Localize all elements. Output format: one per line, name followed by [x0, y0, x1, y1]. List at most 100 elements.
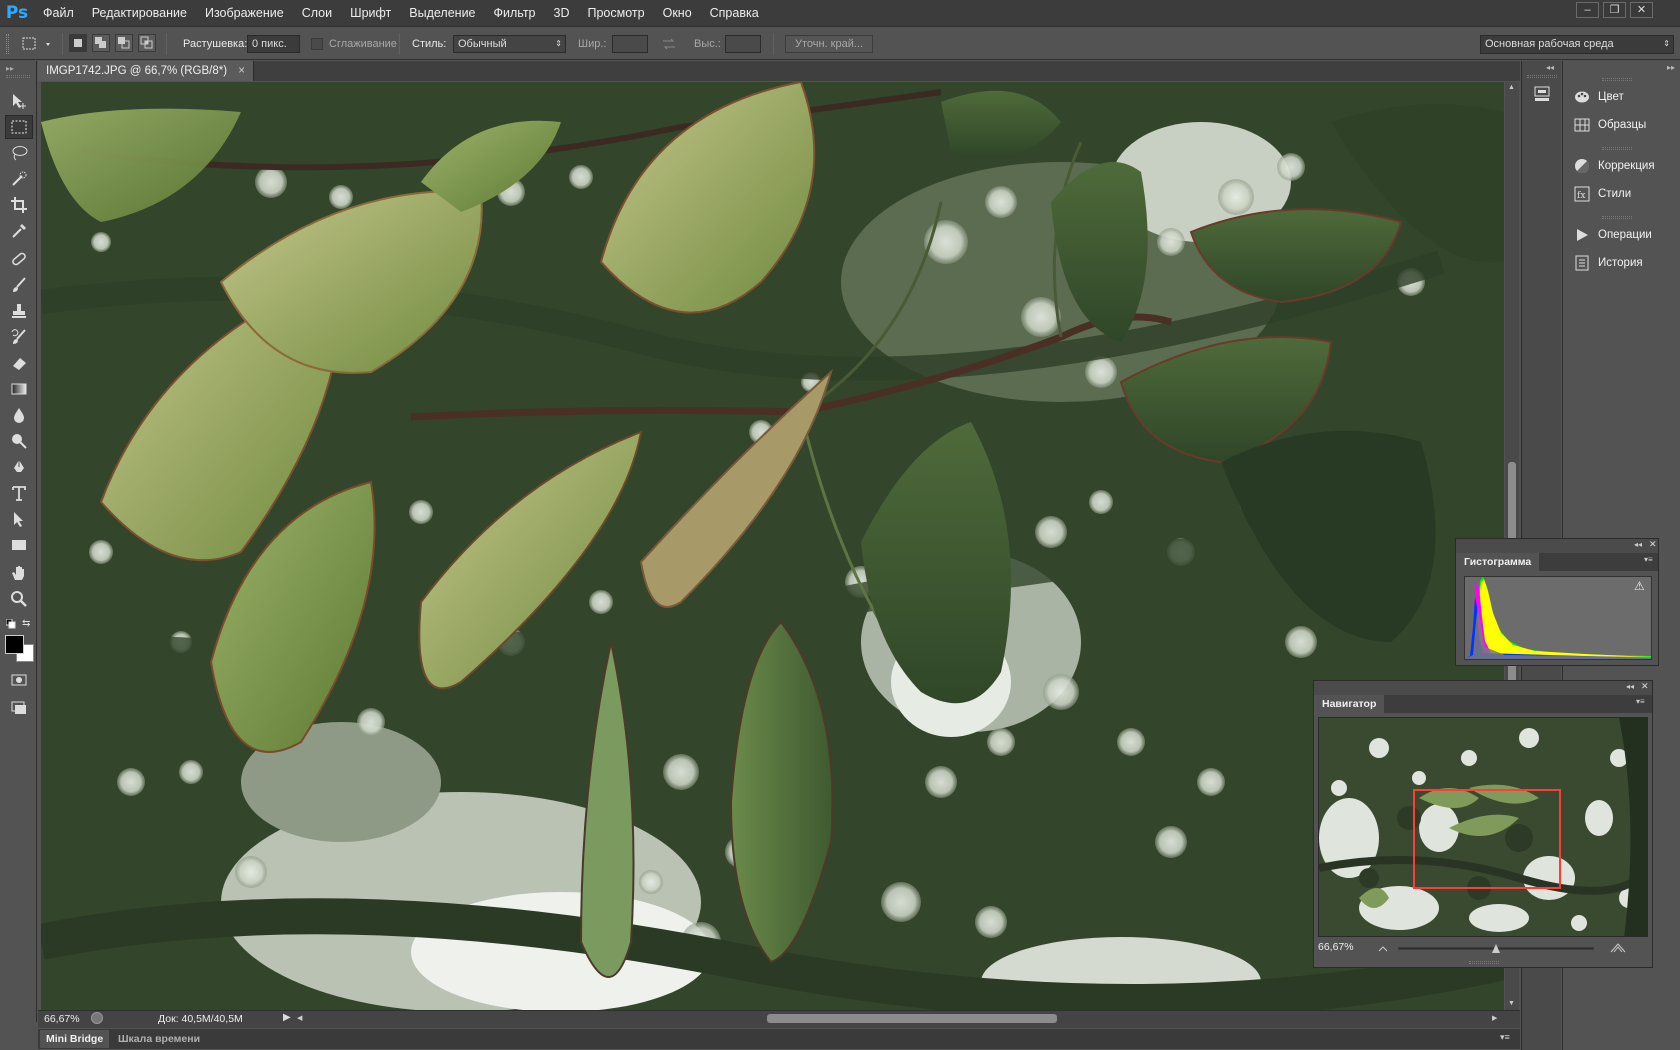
horizontal-scrollbar[interactable]: ◀ ▶: [295, 1012, 1504, 1026]
rectangle-tool-icon[interactable]: [5, 533, 33, 557]
panel-menu-icon[interactable]: ▾≡: [1636, 697, 1645, 706]
menu-3d[interactable]: 3D: [545, 0, 579, 26]
menu-type[interactable]: Шрифт: [341, 0, 400, 26]
navigator-zoom-value[interactable]: 66,67%: [1318, 941, 1354, 953]
menu-help[interactable]: Справка: [701, 0, 768, 26]
layer-comps-icon[interactable]: [1533, 85, 1551, 103]
path-select-tool-icon[interactable]: [5, 507, 33, 531]
swap-dimensions-button[interactable]: [661, 37, 677, 51]
add-selection-button[interactable]: [92, 34, 110, 52]
height-input[interactable]: [725, 35, 761, 53]
dock-item-styles[interactable]: fx Стили: [1574, 183, 1631, 205]
healing-brush-tool-icon[interactable]: [5, 247, 33, 271]
scroll-left-icon[interactable]: ◀: [297, 1014, 302, 1022]
tab-close-icon[interactable]: ×: [238, 65, 245, 77]
dock-grip: [1527, 75, 1557, 78]
zoom-out-icon[interactable]: [1378, 943, 1388, 953]
workspace-select[interactable]: Основная рабочая среда ⇕: [1480, 35, 1674, 54]
collapse-dock-icon[interactable]: ◂◂: [1546, 63, 1554, 72]
dock-item-swatches[interactable]: Образцы: [1574, 114, 1646, 136]
default-colors-icon[interactable]: [5, 618, 16, 629]
subtract-selection-button[interactable]: [115, 34, 133, 52]
panel-menu-icon[interactable]: ▾≡: [1500, 1032, 1510, 1043]
horizontal-scroll-thumb[interactable]: [767, 1014, 1057, 1023]
menu-edit[interactable]: Редактирование: [83, 0, 196, 26]
status-info-icon[interactable]: [91, 1012, 103, 1024]
lasso-tool-icon[interactable]: [5, 141, 33, 165]
collapse-icon[interactable]: ▸▸: [6, 64, 14, 73]
blur-tool-icon[interactable]: [5, 403, 33, 427]
feather-input[interactable]: 0 пикс.: [247, 35, 300, 53]
brush-tool-icon[interactable]: [5, 273, 33, 297]
zoom-level[interactable]: 66,67%: [44, 1013, 80, 1025]
document-tab-title: IMGP1742.JPG @ 66,7% (RGB/8*): [46, 65, 228, 77]
menu-window[interactable]: Окно: [654, 0, 701, 26]
menu-layer[interactable]: Слои: [293, 0, 341, 26]
move-tool-icon[interactable]: [5, 89, 33, 113]
antialias-checkbox[interactable]: [311, 38, 323, 50]
close-window-button[interactable]: ✕: [1630, 2, 1653, 18]
expand-dock-icon[interactable]: ▸▸: [1667, 63, 1675, 72]
dock-item-adjustments[interactable]: Коррекция: [1574, 155, 1655, 177]
panel-resize-grip[interactable]: [1469, 961, 1499, 964]
quick-select-tool-icon[interactable]: [5, 167, 33, 191]
menu-filter[interactable]: Фильтр: [485, 0, 545, 26]
refine-edge-button[interactable]: Уточн. край...: [785, 35, 873, 53]
warning-icon[interactable]: ⚠: [1634, 579, 1645, 593]
scroll-right-icon[interactable]: ▶: [1492, 1014, 1497, 1022]
zoom-slider-handle[interactable]: [1492, 944, 1500, 953]
zoom-in-icon[interactable]: [1610, 941, 1626, 953]
intersect-selection-button[interactable]: [138, 34, 156, 52]
scroll-down-icon[interactable]: ▼: [1508, 1000, 1515, 1007]
collapse-panel-icon[interactable]: ◂◂: [1626, 682, 1634, 691]
menu-file[interactable]: Файл: [34, 0, 83, 26]
navigator-thumbnail[interactable]: [1318, 717, 1648, 937]
hand-tool-icon[interactable]: [5, 561, 33, 585]
dock-item-color[interactable]: Цвет: [1574, 86, 1624, 108]
zoom-tool-icon[interactable]: [5, 587, 33, 611]
type-tool-icon[interactable]: [5, 481, 33, 505]
menu-select[interactable]: Выделение: [400, 0, 484, 26]
menu-view[interactable]: Просмотр: [579, 0, 654, 26]
screen-mode-icon[interactable]: [5, 696, 33, 720]
tool-preset-picker[interactable]: [20, 35, 56, 53]
menu-image[interactable]: Изображение: [196, 0, 293, 26]
style-select[interactable]: Обычный ⇕: [453, 35, 566, 53]
new-selection-button[interactable]: [69, 34, 87, 52]
gradient-tool-icon[interactable]: [5, 377, 33, 401]
minimize-button[interactable]: –: [1576, 2, 1599, 18]
restore-button[interactable]: ❐: [1603, 2, 1626, 18]
tab-histogram[interactable]: Гистограмма: [1456, 553, 1540, 571]
swap-colors-icon[interactable]: ⇆: [22, 618, 30, 629]
tab-mini-bridge[interactable]: Mini Bridge: [40, 1030, 110, 1048]
svg-text:fx: fx: [1577, 191, 1585, 201]
tab-document[interactable]: IMGP1742.JPG @ 66,7% (RGB/8*) ×: [38, 61, 254, 81]
foreground-color-swatch[interactable]: [5, 635, 24, 654]
crop-tool-icon[interactable]: [5, 193, 33, 217]
history-brush-tool-icon[interactable]: [5, 325, 33, 349]
tab-navigator[interactable]: Навигатор: [1314, 695, 1385, 713]
new-selection-icon: [74, 39, 82, 47]
close-panel-icon[interactable]: ✕: [1641, 681, 1649, 692]
eraser-tool-icon[interactable]: [5, 351, 33, 375]
width-input[interactable]: [612, 35, 648, 53]
tab-timeline[interactable]: Шкала времени: [112, 1030, 206, 1048]
dock-item-styles-label: Стили: [1598, 188, 1632, 200]
workspace-select-value: Основная рабочая среда: [1485, 38, 1614, 50]
scroll-up-icon[interactable]: ▲: [1508, 84, 1515, 91]
pen-tool-icon[interactable]: [5, 455, 33, 479]
dodge-tool-icon[interactable]: [5, 429, 33, 453]
add-selection-icon: [95, 37, 106, 48]
panel-menu-icon[interactable]: ▾≡: [1644, 555, 1653, 564]
document-canvas[interactable]: [41, 82, 1504, 1012]
clone-stamp-tool-icon[interactable]: [5, 299, 33, 323]
dock-item-history[interactable]: История: [1574, 252, 1643, 274]
close-panel-icon[interactable]: ✕: [1649, 539, 1657, 550]
quick-mask-icon[interactable]: [5, 668, 33, 692]
eyedropper-tool-icon[interactable]: [5, 219, 33, 243]
collapse-panel-icon[interactable]: ◂◂: [1634, 540, 1642, 549]
photoshop-logo: Ps: [5, 3, 29, 23]
status-menu-arrow-icon[interactable]: ▶: [283, 1012, 291, 1023]
dock-item-actions[interactable]: Операции: [1574, 224, 1652, 246]
marquee-tool-icon[interactable]: [5, 115, 33, 139]
